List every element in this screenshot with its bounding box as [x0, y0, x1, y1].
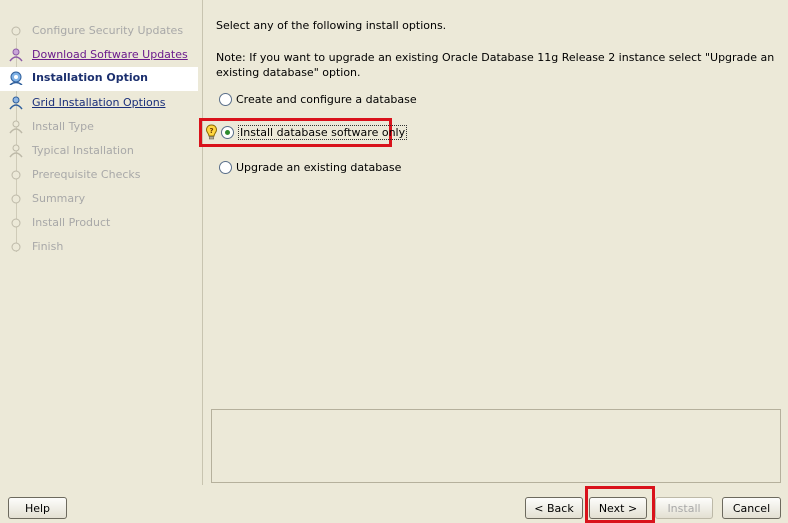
message-area [211, 409, 781, 483]
step-installation-option[interactable]: Installation Option [0, 67, 198, 91]
radio-button[interactable] [219, 160, 232, 174]
back-button[interactable]: < Back [525, 497, 583, 519]
step-download-software-updates[interactable]: Download Software Updates [0, 44, 198, 66]
hint-bulb-icon: ? [205, 124, 218, 140]
step-person-icon [9, 48, 23, 62]
step-label[interactable]: Grid Installation Options [32, 96, 165, 109]
step-dot-icon [11, 170, 21, 180]
step-label: Install Product [32, 216, 111, 229]
step-install-type: Install Type [0, 116, 198, 138]
step-dot-icon [11, 26, 21, 36]
radio-button-selected[interactable] [221, 125, 234, 139]
next-button[interactable]: Next > [589, 497, 647, 519]
main-content: Select any of the following install opti… [199, 0, 788, 485]
step-person-icon [9, 96, 23, 110]
option-label[interactable]: Create and configure a database [236, 93, 417, 106]
step-dot-icon [11, 218, 21, 228]
step-label: Finish [32, 240, 64, 253]
step-prerequisite-checks: Prerequisite Checks [0, 164, 198, 186]
step-dot-icon [11, 194, 21, 204]
radio-button[interactable] [219, 92, 232, 106]
step-label: Prerequisite Checks [32, 168, 141, 181]
step-current-icon [9, 71, 23, 85]
step-install-product: Install Product [0, 212, 198, 234]
step-label: Installation Option [32, 71, 149, 84]
step-summary: Summary [0, 188, 198, 210]
step-configure-security-updates: Configure Security Updates [0, 20, 198, 42]
option-label[interactable]: Upgrade an existing database [236, 161, 401, 174]
upgrade-note: Note: If you want to upgrade an existing… [216, 51, 775, 79]
step-dot-icon [11, 242, 21, 252]
option-install-software-only[interactable]: ? Install database software only [205, 123, 408, 141]
step-grid-installation-options[interactable]: Grid Installation Options [0, 92, 198, 114]
step-label: Configure Security Updates [32, 24, 184, 37]
step-person-icon [9, 144, 23, 158]
step-finish: Finish [0, 236, 198, 258]
step-label: Typical Installation [32, 144, 134, 157]
footer-bar: Help < Back Next > Install Cancel [0, 486, 788, 523]
steps-panel: Configure Security Updates Download Soft… [0, 0, 200, 485]
step-typical-installation: Typical Installation [0, 140, 198, 162]
step-person-icon [9, 120, 23, 134]
intro-text: Select any of the following install opti… [216, 19, 447, 32]
option-create-configure-database[interactable]: Create and configure a database [219, 90, 417, 108]
install-button: Install [655, 497, 713, 519]
step-label: Summary [32, 192, 86, 205]
svg-text:?: ? [209, 127, 213, 135]
option-upgrade-existing-database[interactable]: Upgrade an existing database [219, 158, 401, 176]
option-label[interactable]: Install database software only [238, 124, 408, 140]
cancel-button[interactable]: Cancel [722, 497, 781, 519]
step-label: Install Type [32, 120, 94, 133]
help-button[interactable]: Help [8, 497, 67, 519]
step-label[interactable]: Download Software Updates [32, 48, 188, 61]
